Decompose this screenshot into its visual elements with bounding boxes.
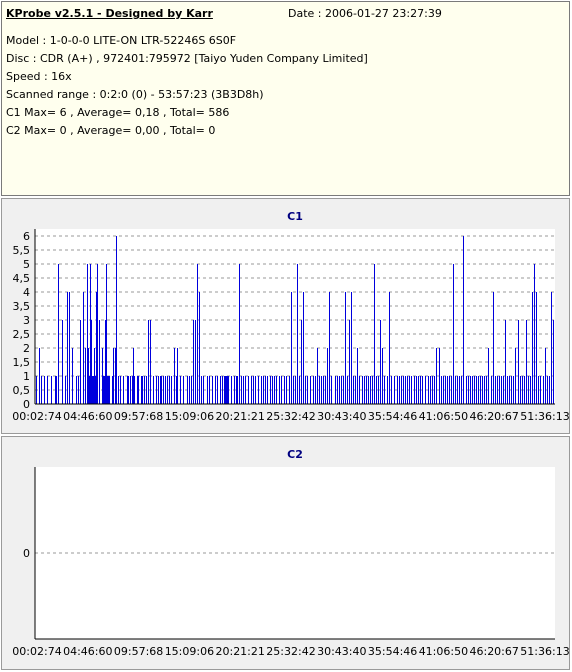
c2-x-tick-label: 20:21:21	[215, 645, 264, 658]
c2-chart: C2 0 00:02:74 04:46:60 09:57:68 15:09:06 20:21…	[12, 448, 569, 658]
range-line: Scanned range : 0:2:0 (0) - 53:57:23 (3B…	[6, 88, 264, 101]
c1-y-tick-label: 0,5	[13, 384, 31, 397]
c2-x-tick-label: 35:54:46	[368, 645, 417, 658]
c2-y-tick-label: 0	[23, 547, 30, 560]
c1-chart-panel: C1 0 0,5 1 1,5 2 2,5 3 3,5 4 4,5 5 5,5 6 00:02:74 04:46…	[1, 198, 570, 434]
c1-y-tick-label: 4	[23, 286, 30, 299]
c1-x-tick-label: 30:43:40	[317, 410, 366, 423]
c1-y-tick-label: 3	[23, 314, 30, 327]
c1-x-tick-label: 25:32:42	[266, 410, 315, 423]
c1-y-tick-label: 1,5	[13, 356, 31, 369]
c2-chart-panel: C2 0 00:02:74 04:46:60 09:57:68 15:09:06 20:21…	[1, 436, 570, 670]
scan-date: Date : 2006-01-27 23:27:39	[288, 7, 442, 20]
c2-x-tick-label: 09:57:68	[114, 645, 163, 658]
c1-y-tick-label: 5,5	[13, 244, 31, 257]
c2-x-tick-label: 00:02:74	[12, 645, 61, 658]
app-title: KProbe v2.5.1 - Designed by Karr	[6, 7, 213, 20]
c1-x-tick-label: 51:36:13	[520, 410, 569, 423]
c2-x-tick-label: 46:20:67	[469, 645, 518, 658]
c2-x-tick-label: 04:46:60	[63, 645, 112, 658]
c1-x-tick-label: 09:57:68	[114, 410, 163, 423]
c1-y-tick-label: 2,5	[13, 328, 31, 341]
c1-stats-line: C1 Max= 6 , Average= 0,18 , Total= 586	[6, 106, 230, 119]
c1-x-tick-label: 04:46:60	[63, 410, 112, 423]
c1-x-tick-label: 41:06:50	[419, 410, 468, 423]
model-line: Model : 1-0-0-0 LITE-ON LTR-52246S 6S0F	[6, 34, 237, 47]
c1-x-tick-label: 00:02:74	[12, 410, 61, 423]
disc-line: Disc : CDR (A+) , 972401:795972 [Taiyo Y…	[6, 52, 368, 65]
c1-title: C1	[287, 210, 303, 223]
c1-y-tick-label: 1	[23, 370, 30, 383]
c1-y-tick-label: 4,5	[13, 272, 31, 285]
c1-x-tick-label: 20:21:21	[215, 410, 264, 423]
c1-y-tick-label: 5	[23, 258, 30, 271]
info-panel: KProbe v2.5.1 - Designed by Karr Date : …	[1, 1, 570, 196]
c1-x-tick-label: 35:54:46	[368, 410, 417, 423]
c2-x-tick-label: 41:06:50	[419, 645, 468, 658]
c2-title: C2	[287, 448, 303, 461]
c2-x-tick-label: 51:36:13	[520, 645, 569, 658]
c1-y-tick-label: 6	[23, 230, 30, 243]
c2-x-tick-label: 15:09:06	[165, 645, 214, 658]
c1-y-tick-label: 2	[23, 342, 30, 355]
c1-x-tick-label: 15:09:06	[165, 410, 214, 423]
c1-chart: C100,511,522,533,544,555,5600:02:74 04:46…	[12, 210, 569, 423]
c2-stats-line: C2 Max= 0 , Average= 0,00 , Total= 0	[6, 124, 216, 137]
speed-line: Speed : 16x	[6, 70, 72, 83]
c2-x-tick-label: 30:43:40	[317, 645, 366, 658]
c1-y-tick-label: 3,5	[13, 300, 31, 313]
c1-x-tick-label: 46:20:67	[469, 410, 518, 423]
c2-x-tick-label: 25:32:42	[266, 645, 315, 658]
